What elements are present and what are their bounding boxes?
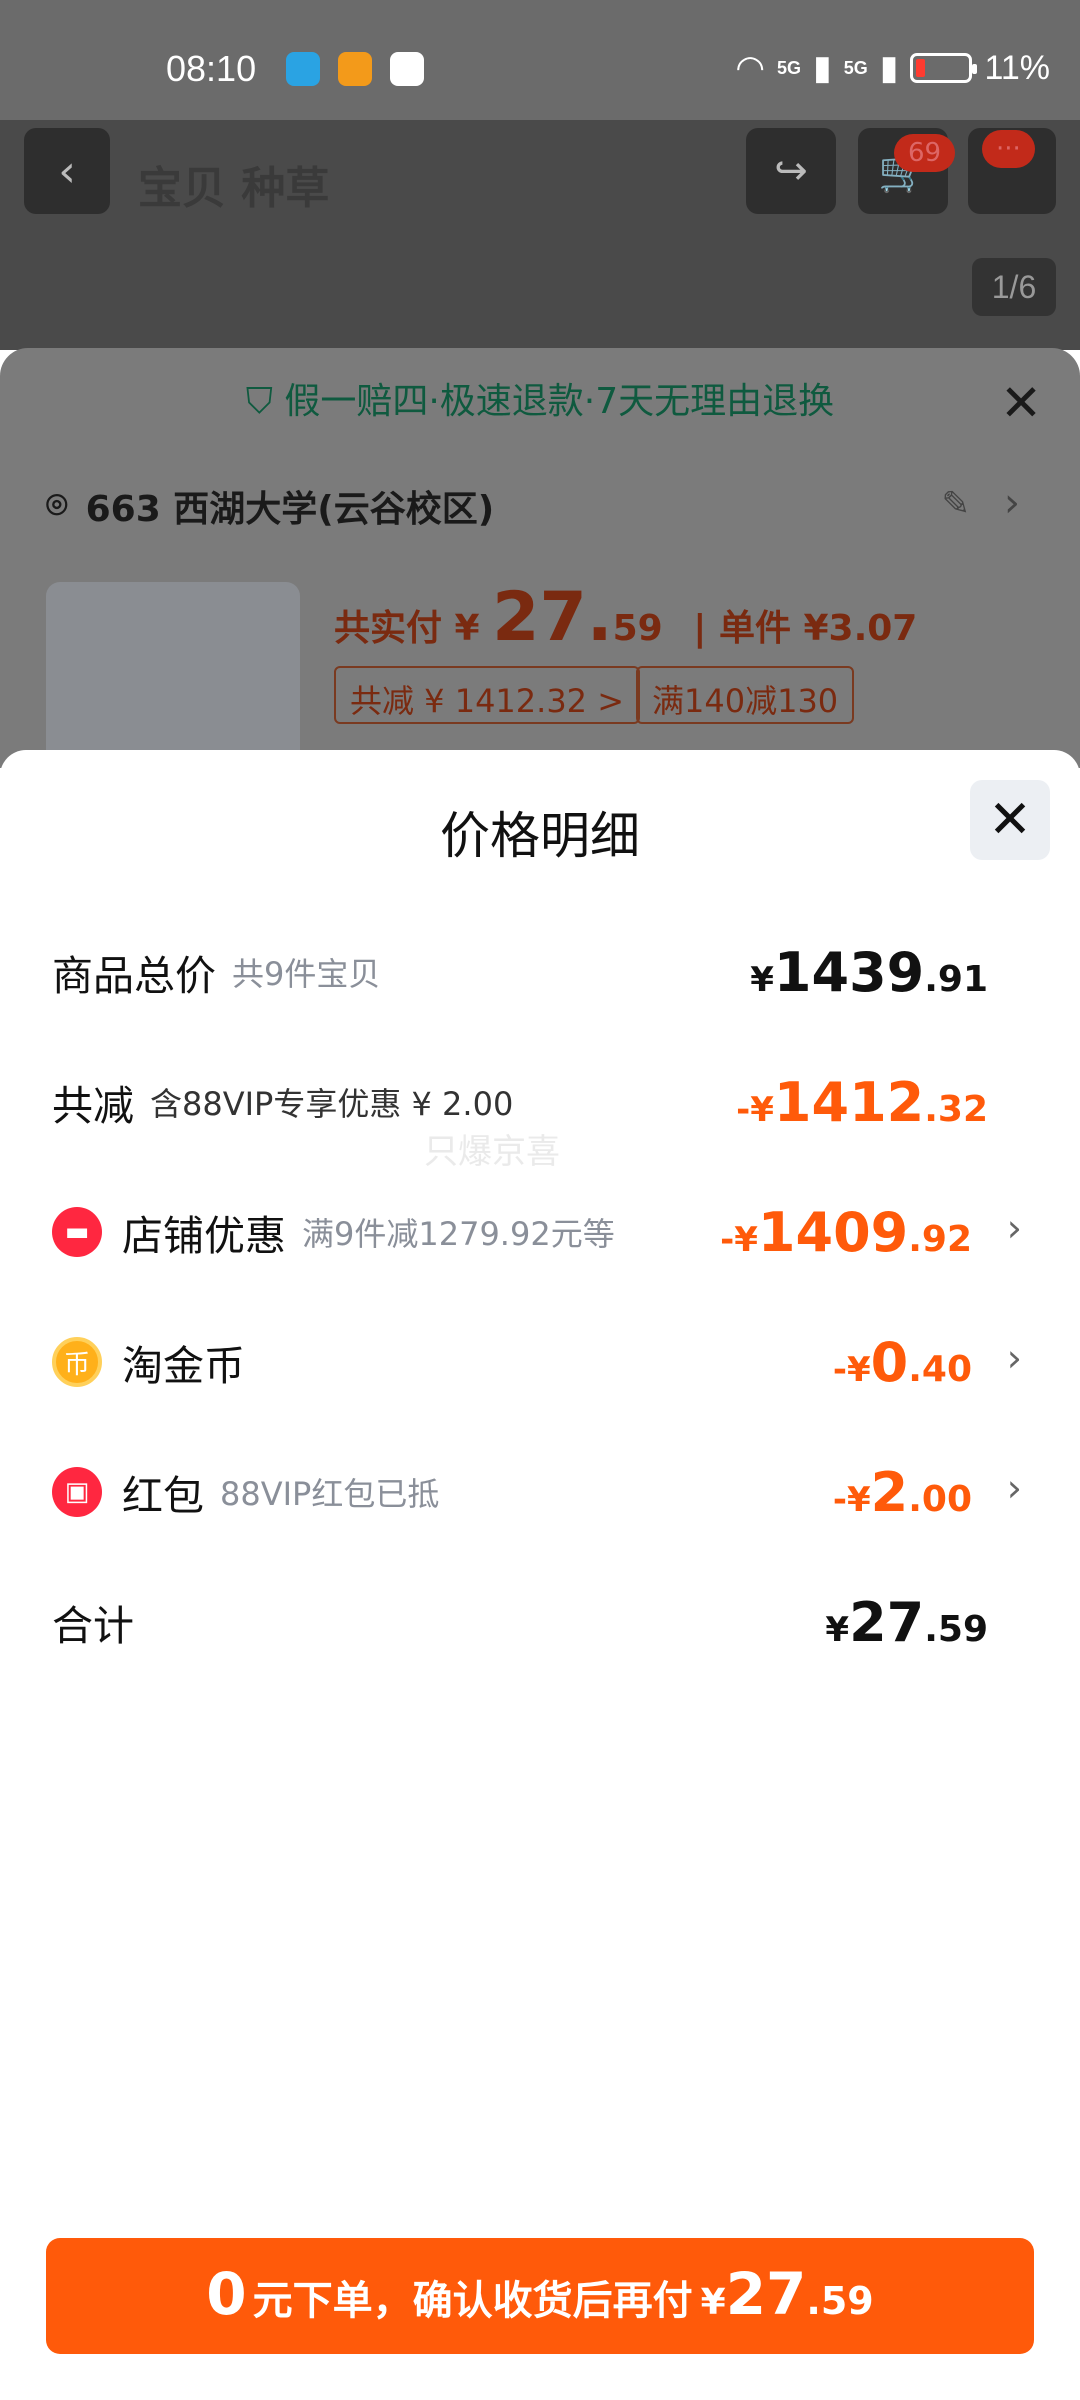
amount: -¥ 1409.92 [720, 1200, 972, 1264]
chevron-right-icon: › [1006, 1466, 1022, 1510]
amount: ¥27.59 [825, 1590, 988, 1654]
promo-tag: 满140减130 [636, 666, 855, 724]
red-packet-icon: ▣ [52, 1467, 102, 1517]
signal-icon: 5G [777, 58, 802, 78]
amount: -¥ 2.00 [832, 1460, 972, 1524]
guarantee-banner: ⛉ 假一赔四·极速退款·7天无理由退换 [245, 381, 835, 422]
price-row-total: 商品总价 共9件宝贝 ¥1439.91 [52, 940, 988, 1004]
sheet-title: 价格明细 [440, 807, 640, 865]
status-bar: 08:10 ◠ 5G ▮ 5G ▮ 11% [0, 0, 1080, 120]
back-button[interactable]: ‹ [24, 128, 110, 214]
product-tabs[interactable]: 宝贝 种草 [138, 152, 329, 216]
price-row-red-packet[interactable]: ▣ 红包 88VIP红包已抵 -¥ 2.00 › [52, 1452, 1028, 1532]
order-close-icon[interactable]: ✕ [1000, 374, 1042, 432]
chevron-right-icon: › [1006, 1206, 1022, 1250]
price-row-coins[interactable]: 币 淘金币 -¥ 0.40 › [52, 1322, 1028, 1402]
chevron-right-icon: › [1006, 1336, 1022, 1380]
battery-icon [910, 53, 978, 83]
battery-percent: 11% [984, 48, 1050, 87]
signal-icon-2: 5G [843, 58, 868, 78]
share-button[interactable]: ↪ [746, 128, 836, 214]
shop-icon: ▬ [52, 1207, 102, 1257]
wifi-icon: ◠ [735, 49, 765, 87]
chevron-right-icon[interactable]: › [1004, 480, 1020, 526]
baidu-app-icon [390, 52, 424, 86]
watermark: 只爆京喜 [424, 1132, 560, 1172]
amount: -¥ 1412.32 [736, 1070, 988, 1134]
close-button[interactable]: ✕ [970, 780, 1050, 860]
edit-address-icon[interactable]: ✎ [942, 484, 971, 524]
unit-price: | 单件 ¥3.07 [693, 608, 918, 649]
place-order-button[interactable]: 0 元下单，确认收货后再付 ¥ 27 .59 [46, 2238, 1034, 2354]
total-pay: 共实付 ¥ 27.59 | 单件 ¥3.07 [334, 578, 918, 657]
status-time: 08:10 [166, 48, 257, 89]
signal-bars-icon: ▮ [813, 49, 832, 87]
cart-badge: 69 [894, 134, 956, 172]
coin-icon: 币 [52, 1337, 102, 1387]
amount: ¥1439.91 [750, 940, 988, 1004]
amount: -¥ 0.40 [832, 1330, 972, 1394]
video-app-icon [338, 52, 372, 86]
image-pager: 1/6 [972, 258, 1056, 316]
address-row[interactable]: ⌾ 663 西湖大学(云谷校区) [46, 480, 494, 532]
location-pin-icon: ⌾ [46, 485, 68, 526]
address-text: 663 西湖大学(云谷校区) [85, 489, 495, 530]
price-row-shop-discount[interactable]: ▬ 店铺优惠 满9件减1279.92元等 -¥ 1409.92 › [52, 1192, 1028, 1272]
discount-tag[interactable]: 共减 ¥ 1412.32 > [334, 666, 641, 724]
product-thumbnail [46, 582, 300, 772]
more-badge: ··· [982, 130, 1035, 168]
price-row-sum: 合计 ¥27.59 [52, 1590, 988, 1654]
shield-check-icon: ⛉ [245, 381, 273, 422]
signal-bars-icon-2: ▮ [879, 49, 899, 87]
telegram-app-icon [286, 52, 320, 86]
close-icon: ✕ [988, 790, 1032, 850]
